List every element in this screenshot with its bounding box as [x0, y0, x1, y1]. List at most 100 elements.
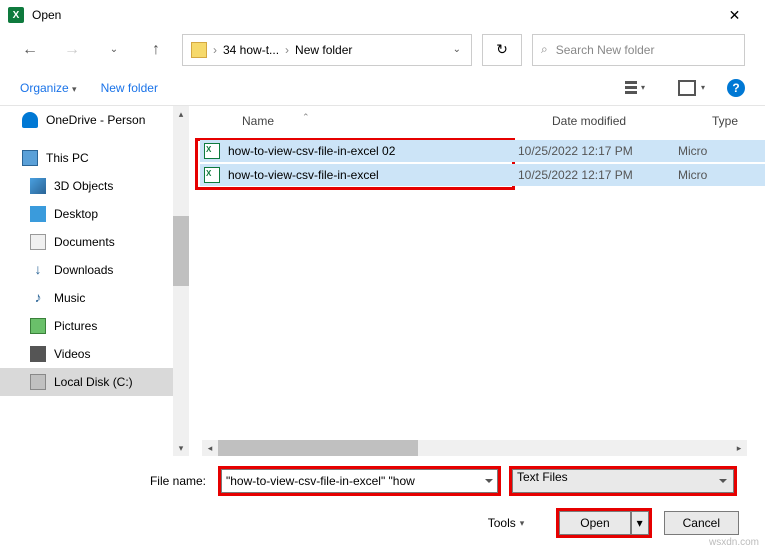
- preview-pane-button[interactable]: ▾: [671, 76, 703, 100]
- search-placeholder: Search New folder: [556, 43, 655, 57]
- column-label: Name: [242, 114, 274, 128]
- filename-input[interactable]: [221, 469, 498, 493]
- desktop-icon: [30, 206, 46, 222]
- titlebar: X Open ✕: [0, 0, 765, 30]
- sidebar-item-label: Downloads: [54, 263, 113, 277]
- horizontal-scrollbar[interactable]: ◂ ▸: [202, 440, 747, 456]
- excel-app-icon: X: [8, 7, 24, 23]
- sidebar-item-downloads[interactable]: ↓ Downloads: [0, 256, 189, 284]
- organize-label: Organize: [20, 81, 69, 95]
- pc-icon: [22, 150, 38, 166]
- nav-sidebar: OneDrive - Person This PC 3D Objects Des…: [0, 106, 190, 456]
- file-list-area: ⌃ Name Date modified Type how-to-view-csv…: [190, 106, 765, 456]
- navbar: ← → ⌄ ↑ › 34 how-t... › New folder ⌄ ↻ ⌕…: [0, 30, 765, 70]
- back-button[interactable]: ←: [14, 36, 46, 64]
- chevron-right-icon[interactable]: ›: [283, 43, 291, 57]
- scroll-up-icon[interactable]: ▴: [173, 106, 189, 122]
- file-row[interactable]: how-to-view-csv-file-in-excel 10/25/2022…: [200, 164, 765, 186]
- close-button[interactable]: ✕: [712, 1, 757, 29]
- file-type: Micro: [678, 144, 707, 158]
- downloads-icon: ↓: [30, 262, 46, 278]
- help-button[interactable]: ?: [727, 79, 745, 97]
- chevron-right-icon[interactable]: ›: [211, 43, 219, 57]
- scroll-right-icon[interactable]: ▸: [731, 440, 747, 456]
- file-date: 10/25/2022 12:17 PM: [518, 168, 678, 182]
- forward-button[interactable]: →: [56, 36, 88, 64]
- open-dropdown-button[interactable]: ▾: [631, 511, 649, 535]
- tools-menu[interactable]: Tools ▾: [488, 516, 525, 530]
- column-header-date[interactable]: Date modified: [552, 114, 712, 128]
- documents-icon: [30, 234, 46, 250]
- file-name: how-to-view-csv-file-in-excel 02: [228, 144, 518, 158]
- excel-file-icon: [204, 167, 220, 183]
- scroll-thumb[interactable]: [218, 440, 418, 456]
- music-icon: ♪: [30, 290, 46, 306]
- sidebar-item-label: 3D Objects: [54, 179, 113, 193]
- address-bar[interactable]: › 34 how-t... › New folder ⌄: [182, 34, 472, 66]
- view-options-button[interactable]: ▾: [615, 76, 647, 100]
- breadcrumb-segment[interactable]: 34 how-t...: [219, 43, 283, 57]
- window-title: Open: [32, 8, 712, 22]
- search-input[interactable]: ⌕ Search New folder: [532, 34, 745, 66]
- file-row[interactable]: how-to-view-csv-file-in-excel 02 10/25/2…: [200, 140, 765, 162]
- breadcrumb-segment[interactable]: New folder: [291, 43, 356, 57]
- chevron-down-icon: ▾: [520, 518, 525, 529]
- sidebar-item-local-disk[interactable]: Local Disk (C:): [0, 368, 189, 396]
- videos-icon: [30, 346, 46, 362]
- recent-dropdown[interactable]: ⌄: [98, 36, 130, 64]
- sidebar-item-label: OneDrive - Person: [46, 113, 145, 127]
- sort-asc-icon: ⌃: [302, 112, 310, 123]
- 3d-objects-icon: [30, 178, 46, 194]
- sidebar-item-label: Local Disk (C:): [54, 375, 133, 389]
- filter-label: Text Files: [517, 470, 568, 484]
- folder-icon: [191, 42, 207, 58]
- sidebar-item-onedrive[interactable]: OneDrive - Person: [0, 106, 189, 134]
- watermark: wsxdn.com: [709, 537, 759, 548]
- column-header-name[interactable]: ⌃ Name: [242, 114, 552, 128]
- sidebar-item-music[interactable]: ♪ Music: [0, 284, 189, 312]
- annotation-highlight: [218, 466, 501, 496]
- sidebar-item-desktop[interactable]: Desktop: [0, 200, 189, 228]
- main-area: OneDrive - Person This PC 3D Objects Des…: [0, 106, 765, 456]
- sidebar-item-videos[interactable]: Videos: [0, 340, 189, 368]
- open-button[interactable]: Open: [559, 511, 630, 535]
- cancel-button[interactable]: Cancel: [664, 511, 739, 535]
- disk-icon: [30, 374, 46, 390]
- pictures-icon: [30, 318, 46, 334]
- file-name: how-to-view-csv-file-in-excel: [228, 168, 518, 182]
- column-headers: ⌃ Name Date modified Type: [202, 110, 747, 136]
- sidebar-item-label: Desktop: [54, 207, 98, 221]
- organize-menu[interactable]: Organize ▾: [20, 81, 77, 95]
- chevron-down-icon: ▾: [701, 83, 705, 92]
- sidebar-item-label: Pictures: [54, 319, 97, 333]
- cloud-icon: [22, 112, 38, 128]
- refresh-button[interactable]: ↻: [482, 34, 522, 66]
- search-icon: ⌕: [541, 42, 548, 57]
- address-dropdown-icon[interactable]: ⌄: [447, 44, 467, 55]
- chevron-down-icon: ▾: [641, 83, 645, 92]
- sidebar-item-label: Music: [54, 291, 85, 305]
- tools-label: Tools: [488, 516, 516, 530]
- sidebar-item-this-pc[interactable]: This PC: [0, 144, 189, 172]
- new-folder-button[interactable]: New folder: [101, 81, 158, 95]
- toolbar: Organize ▾ New folder ▾ ▾ ?: [0, 70, 765, 106]
- up-button[interactable]: ↑: [140, 36, 172, 64]
- scroll-down-icon[interactable]: ▾: [173, 440, 189, 456]
- file-date: 10/25/2022 12:17 PM: [518, 144, 678, 158]
- sidebar-scrollbar[interactable]: ▴ ▾: [173, 106, 189, 456]
- column-header-type[interactable]: Type: [712, 114, 747, 128]
- scroll-thumb[interactable]: [173, 216, 189, 286]
- scroll-left-icon[interactable]: ◂: [202, 440, 218, 456]
- sidebar-item-label: Documents: [54, 235, 115, 249]
- sidebar-item-3d-objects[interactable]: 3D Objects: [0, 172, 189, 200]
- sidebar-item-label: Videos: [54, 347, 90, 361]
- chevron-down-icon: ▾: [72, 84, 77, 94]
- dialog-footer: File name: Text Files Tools ▾ Open ▾ Can…: [0, 456, 765, 552]
- filename-label: File name:: [138, 474, 210, 488]
- sidebar-item-documents[interactable]: Documents: [0, 228, 189, 256]
- annotation-highlight: Open ▾: [556, 508, 651, 538]
- excel-file-icon: [204, 143, 220, 159]
- sidebar-item-pictures[interactable]: Pictures: [0, 312, 189, 340]
- file-type-filter[interactable]: Text Files: [512, 469, 734, 493]
- file-type: Micro: [678, 168, 707, 182]
